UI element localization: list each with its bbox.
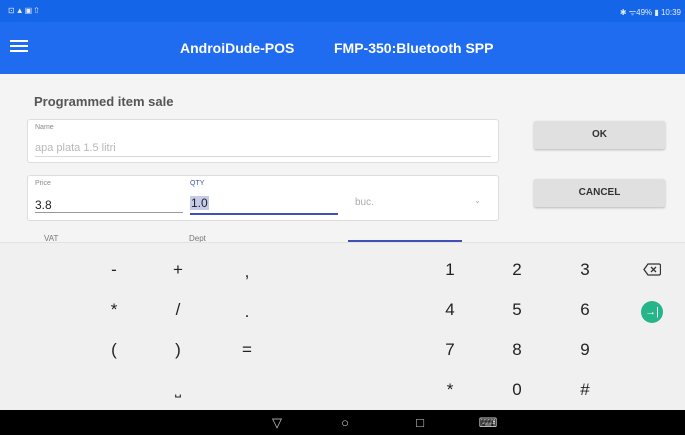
key-equals[interactable]: =: [227, 335, 267, 365]
home-icon[interactable]: ○: [333, 413, 357, 433]
key-2[interactable]: 2: [497, 255, 537, 285]
price-label: Price: [35, 180, 51, 187]
qty-field[interactable]: 1.0: [190, 196, 209, 210]
price-underline: [35, 212, 183, 213]
qty-label: QTY: [190, 180, 205, 187]
key-asterisk[interactable]: *: [94, 295, 134, 325]
status-system-info: ✱ ᯤ49% ▮ 10:39: [619, 8, 681, 17]
dropdown-arrow-icon[interactable]: ⌄: [474, 196, 481, 205]
app-bar: AndroiDude-POS FMP-350:Bluetooth SPP: [0, 22, 685, 74]
key-8[interactable]: 8: [497, 335, 537, 365]
printer-connection-title: FMP-350:Bluetooth SPP: [334, 40, 494, 56]
key-comma[interactable]: ,: [227, 257, 267, 287]
item-sale-form: Programmed item sale Name apa plata 1.5 …: [0, 74, 685, 243]
key-hash[interactable]: #: [565, 375, 605, 405]
unit-select[interactable]: buc.: [355, 197, 374, 208]
ok-button[interactable]: OK: [534, 121, 665, 149]
qty-underline: [190, 213, 338, 215]
back-icon[interactable]: ▽: [265, 413, 289, 433]
key-open-paren[interactable]: (: [94, 335, 134, 365]
name-field[interactable]: apa plata 1.5 litri: [35, 142, 116, 154]
cancel-button[interactable]: CANCEL: [534, 179, 665, 207]
app-title: AndroiDude-POS: [180, 40, 295, 56]
key-6[interactable]: 6: [565, 295, 605, 325]
section-title: Programmed item sale: [34, 94, 174, 109]
space-key[interactable]: ⎵: [158, 375, 198, 405]
name-label: Name: [35, 124, 54, 131]
status-notification-icons: ⊡▲▣⇧: [8, 6, 41, 15]
key-9[interactable]: 9: [565, 335, 605, 365]
key-minus[interactable]: -: [94, 255, 134, 285]
key-7[interactable]: 7: [430, 335, 470, 365]
key-4[interactable]: 4: [430, 295, 470, 325]
price-qty-container: Price 3.8 QTY 1.0 buc. ⌄: [27, 175, 499, 221]
backspace-icon[interactable]: [632, 255, 672, 285]
key-star[interactable]: *: [430, 375, 470, 405]
key-3[interactable]: 3: [565, 255, 605, 285]
key-plus[interactable]: +: [158, 255, 198, 285]
key-5[interactable]: 5: [497, 295, 537, 325]
key-close-paren[interactable]: ): [158, 335, 198, 365]
key-period[interactable]: .: [227, 297, 267, 327]
numeric-keyboard: - + , 1 2 3 * / . 4 5 6 →| ( ) = 7 8 9 ⎵…: [0, 242, 685, 410]
key-0[interactable]: 0: [497, 375, 537, 405]
name-underline: [35, 156, 491, 157]
name-field-container: Name apa plata 1.5 litri: [27, 119, 499, 163]
recents-icon[interactable]: □: [408, 413, 432, 433]
tab-glyph: →|: [641, 301, 663, 323]
keyboard-switch-icon[interactable]: ⌨: [476, 413, 500, 433]
menu-icon[interactable]: [10, 38, 28, 56]
navigation-bar: ▽ ○ □ ⌨: [0, 410, 685, 435]
status-bar: ⊡▲▣⇧ ✱ ᯤ49% ▮ 10:39: [0, 0, 685, 22]
key-1[interactable]: 1: [430, 255, 470, 285]
price-field[interactable]: 3.8: [35, 198, 52, 212]
key-slash[interactable]: /: [158, 295, 198, 325]
next-field-icon[interactable]: →|: [632, 295, 672, 325]
